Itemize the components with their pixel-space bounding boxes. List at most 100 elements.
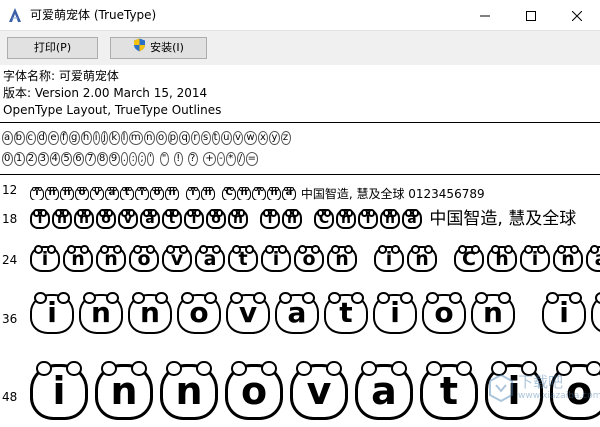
sample-glyph: C (454, 245, 484, 272)
charset-digits-glyph: ? (188, 152, 198, 166)
charset-digits-glyph: 1 (13, 152, 25, 166)
charset-lowercase-glyph: p (167, 131, 179, 145)
sample-glyph: a (105, 186, 119, 200)
sample-glyph: o (75, 186, 89, 200)
charset-digits-glyph: . (120, 152, 129, 166)
sample-glyph: v (290, 361, 348, 420)
sample-glyph: n (471, 291, 515, 334)
sample-cjk-text: 中国智造, 慧及全球 (424, 209, 577, 229)
charset-lowercase-glyph: j (101, 131, 109, 145)
shield-icon (133, 38, 146, 59)
sample-cjk-text: 中国智造, 慧及全球 0123456789 (297, 187, 485, 200)
toolbar: 打印(P) 安装(I) (0, 30, 600, 65)
charset-lowercase: abcdefghijklmnopqrstuvwxyz (2, 128, 292, 145)
charset-digits-glyph: / (236, 152, 245, 166)
font-info-panel: 字体名称: 可爱萌宠体 版本: Version 2.00 March 15, 2… (0, 65, 600, 125)
sample-glyph: i (30, 209, 50, 229)
charset-lowercase-glyph: v (232, 131, 244, 145)
sample-glyph: n (96, 245, 126, 272)
sample-text: innovationinChina 中国智造, 慧及全球 0123456789 (30, 182, 485, 200)
sample-glyph: i (252, 186, 266, 200)
font-name-line: 字体名称: 可爱萌宠体 (3, 69, 119, 83)
font-app-icon (7, 7, 23, 23)
sample-row-36: 36 innovationinC (0, 282, 600, 346)
sample-glyph: o (294, 245, 324, 272)
charset-digits-glyph: - (217, 152, 226, 166)
charset-lowercase-glyph: u (221, 131, 232, 145)
charset-lowercase-glyph: g (69, 131, 80, 145)
sample-glyph: n (407, 245, 437, 272)
charset-lowercase-glyph: e (48, 131, 60, 145)
close-button[interactable] (554, 0, 600, 30)
sample-glyph: n (52, 209, 72, 229)
sample-glyph: n (74, 209, 94, 229)
size-label: 48 (2, 390, 18, 404)
size-label: 36 (2, 312, 18, 326)
sample-text: innovationinC (30, 291, 600, 334)
sample-glyph: o (150, 186, 164, 200)
sample-glyph: n (79, 291, 123, 334)
sample-glyph: t (228, 245, 258, 272)
sample-glyph: n (228, 209, 248, 229)
watermark-url: www.xiazaiba.com (518, 391, 600, 401)
install-button-label: 安装(I) (150, 41, 184, 54)
sample-glyph: i (374, 245, 404, 272)
sample-glyph: a (275, 291, 319, 334)
print-button[interactable]: 打印(P) (7, 37, 98, 59)
size-label: 18 (2, 212, 18, 226)
sample-glyph: n (267, 186, 281, 200)
install-button[interactable]: 安装(I) (110, 37, 207, 59)
sample-glyph: i (186, 186, 200, 200)
minimize-button[interactable] (462, 0, 508, 30)
sample-row-24: 24 innovationinChina 中国 (0, 238, 600, 280)
charset-digits-glyph: : (129, 152, 138, 166)
sample-glyph: a (355, 361, 413, 420)
charset-digits-glyph: 0 (2, 152, 13, 166)
charset-digits-glyph: 3 (37, 152, 49, 166)
watermark-logo: 下载吧 www.xiazaiba.com (488, 371, 600, 407)
title-bar[interactable]: 可爱萌宠体 (TrueType) (0, 0, 600, 30)
sample-glyph: o (206, 209, 226, 229)
sample-glyph: i (520, 245, 550, 272)
charset-digits-glyph: 2 (25, 152, 37, 166)
watermark-text: 下载吧 (518, 373, 564, 391)
charset-digits-glyph: ! (174, 152, 183, 166)
sample-glyph: i (30, 186, 44, 200)
sample-glyph: i (358, 209, 378, 229)
sample-glyph: t (420, 361, 478, 420)
sample-glyph: a (140, 209, 160, 229)
sample-glyph: n (45, 186, 59, 200)
font-version-line: 版本: Version 2.00 March 15, 2014 (3, 86, 208, 100)
sample-glyph: n (165, 186, 179, 200)
sample-glyph: n (553, 245, 583, 272)
charset-digits-glyph: " (159, 152, 169, 166)
charset-lowercase-glyph: b (13, 131, 25, 145)
sample-glyph: n (63, 245, 93, 272)
charset-digits-glyph: 7 (85, 152, 96, 166)
sample-glyph: n (380, 209, 400, 229)
font-preview-window: 可爱萌宠体 (TrueType) 打印(P) 安装(I) 字体名称: 可爱萌宠体… (0, 0, 600, 427)
divider (0, 174, 600, 175)
charset-digits-symbols: 0 1 2 3 4 5 6 7 8 9.:; ' " ! ? + - * / = (2, 149, 259, 166)
charset-lowercase-glyph: c (25, 131, 36, 145)
sample-glyph: v (118, 209, 138, 229)
charset-lowercase-glyph: m (128, 131, 144, 145)
sample-glyph: h (237, 186, 251, 200)
sample-glyph: C (314, 209, 334, 229)
sample-glyph: i (261, 245, 291, 272)
charset-lowercase-glyph: r (191, 131, 200, 145)
sample-glyph: i (30, 245, 60, 272)
window-title: 可爱萌宠体 (TrueType) (30, 8, 157, 22)
sample-glyph: t (120, 186, 134, 200)
close-icon (571, 6, 583, 25)
charset-digits-glyph: 6 (73, 152, 85, 166)
sample-glyph: v (162, 245, 192, 272)
sample-text: innovationinChina 中国 (30, 245, 600, 272)
charset-digits-glyph: * (226, 152, 236, 166)
sample-glyph: a (195, 245, 225, 272)
sample-glyph: i (373, 291, 417, 334)
charset-lowercase-glyph: o (155, 131, 167, 145)
maximize-button[interactable] (508, 0, 554, 30)
charset-digits-glyph: 9 (108, 152, 120, 166)
sample-glyph: t (324, 291, 368, 334)
